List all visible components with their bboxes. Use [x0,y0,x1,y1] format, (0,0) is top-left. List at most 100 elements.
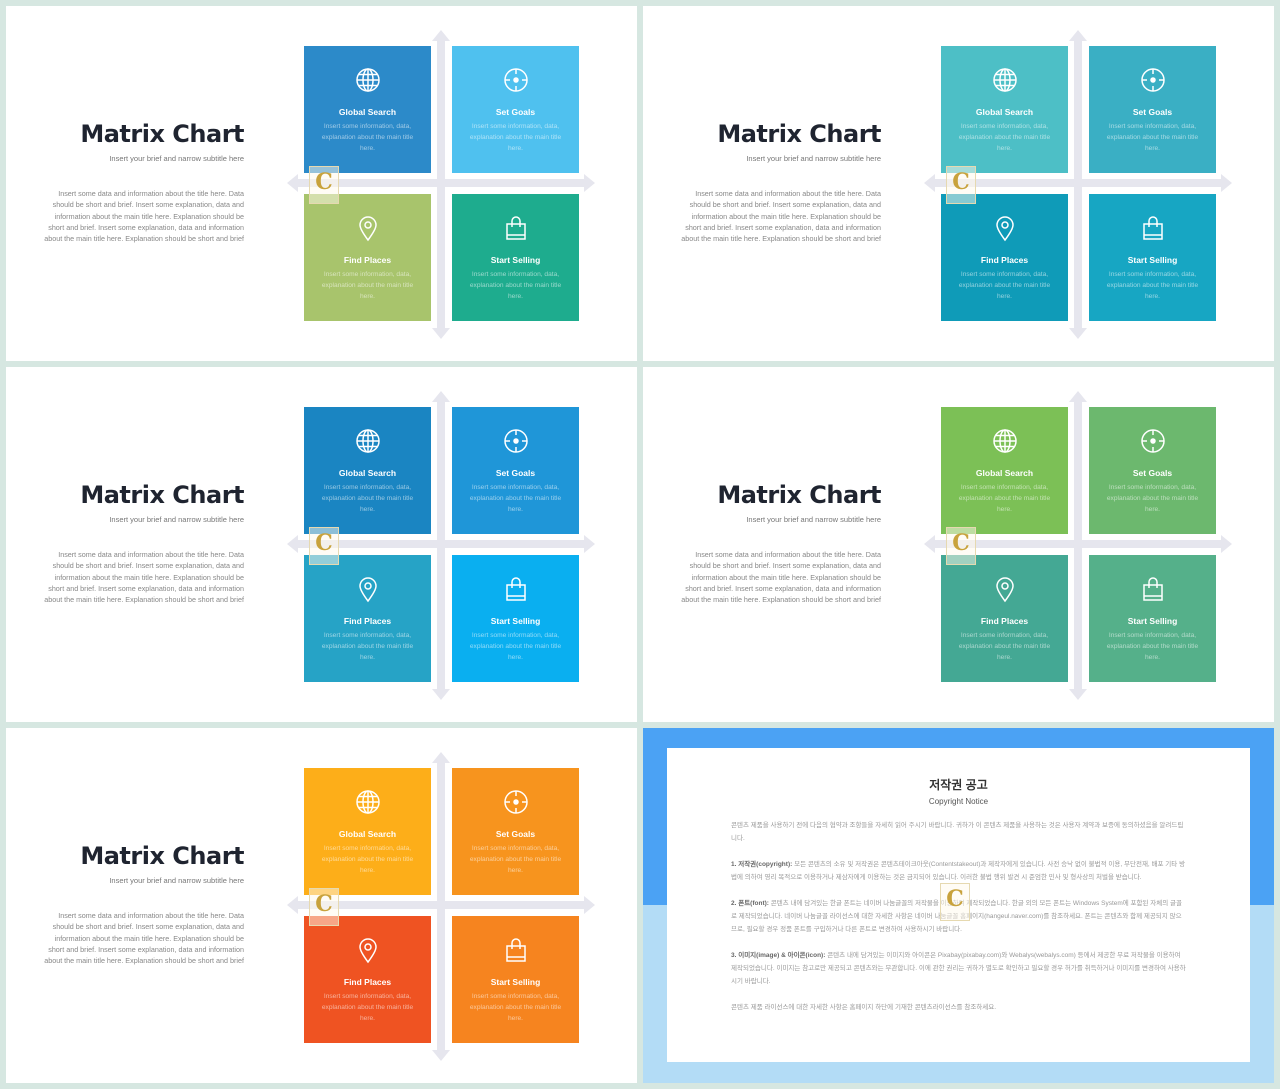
globe-icon [991,68,1019,98]
horizontal-axis [933,540,1223,548]
slide-title: Matrix Chart [80,120,244,148]
quadrant-title: Start Selling [1127,616,1178,626]
quadrant-start-selling: Start Selling Insert some information, d… [452,555,579,682]
section-heading: 3. 이미지(image) & 아이콘(icon): [731,952,826,959]
arrow-right-icon [584,174,595,192]
quadrant-text: Insert some information, data, explanati… [469,484,562,513]
arrow-right-icon [1221,174,1232,192]
quadrant-text: Insert some information, data, explanati… [958,484,1051,513]
arrow-down-icon [432,689,450,700]
copyright-title: 저작권 공고 [929,778,988,792]
shopping-bag-icon [1139,577,1167,607]
matrix-slide-4: Matrix Chart Insert your brief and narro… [643,367,1274,722]
quadrant-text: Insert some information, data, explanati… [469,993,562,1022]
slide-subtitle: Insert your brief and narrow subtitle he… [109,154,244,163]
quadrant-title: Find Places [343,977,392,987]
arrow-up-icon [432,752,450,763]
slide-title: Matrix Chart [717,120,881,148]
quadrant-text: Insert some information, data, explanati… [321,123,414,152]
quadrant-text: Insert some information, data, explanati… [469,271,562,300]
arrow-right-icon [584,535,595,553]
quadrant-start-selling: Start Selling Insert some information, d… [452,916,579,1043]
quadrant-start-selling: Start Selling Insert some information, d… [1089,555,1216,682]
quadrant-text: Insert some information, data, explanati… [1106,632,1199,661]
arrow-down-icon [1069,328,1087,339]
slide-body: Insert some data and information about t… [44,550,244,605]
shopping-bag-icon [1139,216,1167,246]
shopping-bag-icon [502,938,530,968]
slide-body: Insert some data and information about t… [681,189,881,244]
matrix-slide-3: Matrix Chart Insert your brief and narro… [6,367,637,722]
target-icon [502,429,530,459]
map-pin-icon [991,577,1019,607]
quadrant-title: Global Search [338,107,397,117]
horizontal-axis [296,540,586,548]
watermark-logo: C [946,166,976,204]
quadrant-global-search: Global Search Insert some information, d… [941,407,1068,534]
quadrant-title: Global Search [338,829,397,839]
quadrant-text: Insert some information, data, explanati… [321,632,414,661]
quadrant-find-places: Find Places Insert some information, dat… [304,194,431,321]
matrix-slide-5: Matrix Chart Insert your brief and narro… [6,728,637,1083]
map-pin-icon [991,216,1019,246]
arrow-down-icon [432,328,450,339]
quadrant-find-places: Find Places Insert some information, dat… [941,194,1068,321]
quadrant-start-selling: Start Selling Insert some information, d… [452,194,579,321]
section-heading: 2. 폰트(font): [731,900,769,907]
map-pin-icon [354,938,382,968]
map-pin-icon [354,577,382,607]
quadrant-text: Insert some information, data, explanati… [1106,271,1199,300]
copyright-section-1: 1. 저작권(copyright): 모든 콘텐츠의 소유 및 저작권은 콘텐츠… [731,858,1186,884]
arrow-left-icon [287,174,298,192]
copyright-section-3: 3. 이미지(image) & 아이콘(icon): 콘텐츠 내에 담겨있는 이… [731,949,1186,988]
arrow-down-icon [1069,689,1087,700]
quadrant-title: Find Places [980,255,1029,265]
quadrant-set-goals: Set Goals Insert some information, data,… [452,407,579,534]
quadrant-title: Find Places [343,616,392,626]
quadrant-set-goals: Set Goals Insert some information, data,… [452,46,579,173]
quadrant-title: Global Search [975,468,1034,478]
slide-body: Insert some data and information about t… [44,911,244,966]
quadrant-title: Set Goals [495,829,536,839]
slide-subtitle: Insert your brief and narrow subtitle he… [109,515,244,524]
quadrant-set-goals: Set Goals Insert some information, data,… [452,768,579,895]
slide-title: Matrix Chart [717,481,881,509]
quadrant-text: Insert some information, data, explanati… [321,271,414,300]
quadrant-title: Global Search [338,468,397,478]
quadrant-find-places: Find Places Insert some information, dat… [304,555,431,682]
shopping-bag-icon [502,577,530,607]
map-pin-icon [354,216,382,246]
quadrant-text: Insert some information, data, explanati… [1106,123,1199,152]
quadrant-set-goals: Set Goals Insert some information, data,… [1089,46,1216,173]
section-heading: 1. 저작권(copyright): [731,861,793,868]
copyright-subtitle: Copyright Notice [928,797,989,806]
quadrant-text: Insert some information, data, explanati… [321,845,414,874]
quadrant-title: Find Places [343,255,392,265]
watermark-logo: C [940,883,970,921]
horizontal-axis [933,179,1223,187]
slide-title: Matrix Chart [80,842,244,870]
slide-subtitle: Insert your brief and narrow subtitle he… [746,154,881,163]
arrow-up-icon [432,391,450,402]
arrow-left-icon [924,174,935,192]
quadrant-text: Insert some information, data, explanati… [958,632,1051,661]
quadrant-title: Start Selling [490,977,541,987]
quadrant-global-search: Global Search Insert some information, d… [304,46,431,173]
quadrant-find-places: Find Places Insert some information, dat… [304,916,431,1043]
quadrant-text: Insert some information, data, explanati… [321,993,414,1022]
copyright-slide: 저작권 공고 Copyright Notice 콘텐츠 제품을 사용하기 전에 … [643,728,1274,1083]
quadrant-title: Set Goals [495,468,536,478]
quadrant-title: Start Selling [490,616,541,626]
quadrant-text: Insert some information, data, explanati… [469,632,562,661]
shopping-bag-icon [502,216,530,246]
slide-subtitle: Insert your brief and narrow subtitle he… [746,515,881,524]
matrix-slide-2: Matrix Chart Insert your brief and narro… [643,6,1274,361]
quadrant-title: Set Goals [1132,468,1173,478]
copyright-intro: 콘텐츠 제품을 사용하기 전에 다음의 협약과 조항들을 자세히 읽어 주시기 … [731,822,1184,842]
arrow-down-icon [432,1050,450,1061]
quadrant-global-search: Global Search Insert some information, d… [304,407,431,534]
quadrant-title: Global Search [975,107,1034,117]
target-icon [502,790,530,820]
arrow-right-icon [1221,535,1232,553]
watermark-logo: C [309,166,339,204]
